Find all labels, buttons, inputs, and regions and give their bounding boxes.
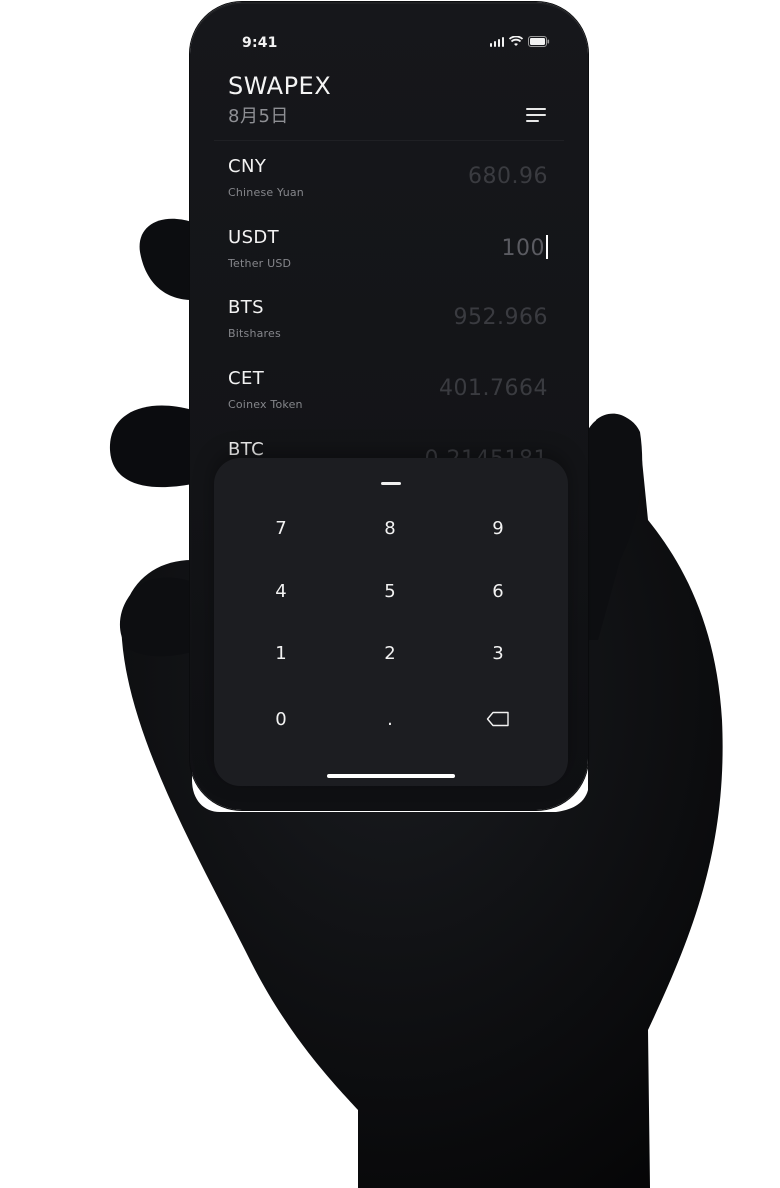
currency-row-cet[interactable]: CET Coinex Token 401.7664 <box>214 354 564 424</box>
app-date: 8月5日 <box>228 106 289 127</box>
amount-input-value: 100 <box>501 236 545 261</box>
currency-value: 680.96 <box>468 164 548 189</box>
key-2[interactable]: 2 <box>350 631 430 675</box>
key-9[interactable]: 9 <box>458 506 538 550</box>
key-8[interactable]: 8 <box>350 506 430 550</box>
key-6[interactable]: 6 <box>458 569 538 613</box>
currency-code: USDT <box>228 227 280 248</box>
wifi-icon <box>509 36 523 46</box>
currency-code: BTS <box>228 297 264 318</box>
backspace-button[interactable] <box>458 697 538 741</box>
currency-code: CNY <box>228 156 267 177</box>
key-1[interactable]: 1 <box>241 631 321 675</box>
battery-icon <box>528 36 550 47</box>
currency-row-cny[interactable]: CNY Chinese Yuan 680.96 <box>214 142 564 212</box>
key-5[interactable]: 5 <box>350 569 430 613</box>
currency-value: 401.7664 <box>439 376 548 401</box>
amount-input[interactable]: 100 <box>501 235 548 261</box>
status-time: 9:41 <box>242 35 278 51</box>
signal-icon <box>489 36 504 47</box>
header-divider <box>214 140 564 141</box>
status-icons <box>489 36 551 47</box>
currency-code: BTC <box>228 439 265 460</box>
keypad-drag-handle[interactable] <box>381 482 401 485</box>
currency-name: Bitshares <box>228 327 281 340</box>
app-title: SWAPEX <box>228 72 332 100</box>
key-decimal[interactable]: . <box>350 697 430 741</box>
backspace-icon <box>486 711 509 727</box>
key-4[interactable]: 4 <box>241 569 321 613</box>
currency-code: CET <box>228 368 265 389</box>
text-caret <box>546 235 548 259</box>
currency-name: Chinese Yuan <box>228 186 304 199</box>
key-0[interactable]: 0 <box>241 697 321 741</box>
currency-row-bts[interactable]: BTS Bitshares 952.966 <box>214 283 564 353</box>
key-3[interactable]: 3 <box>458 631 538 675</box>
status-bar: 9:41 <box>214 22 564 62</box>
currency-name: Tether USD <box>228 257 292 270</box>
key-7[interactable]: 7 <box>241 506 321 550</box>
numeric-keypad: 7 8 9 4 5 6 1 2 3 0 . <box>214 458 568 786</box>
menu-button[interactable] <box>526 108 548 126</box>
currency-value: 952.966 <box>453 305 548 330</box>
currency-name: Coinex Token <box>228 398 303 411</box>
home-indicator[interactable] <box>327 774 455 778</box>
currency-row-usdt[interactable]: USDT Tether USD 100 <box>214 213 564 283</box>
